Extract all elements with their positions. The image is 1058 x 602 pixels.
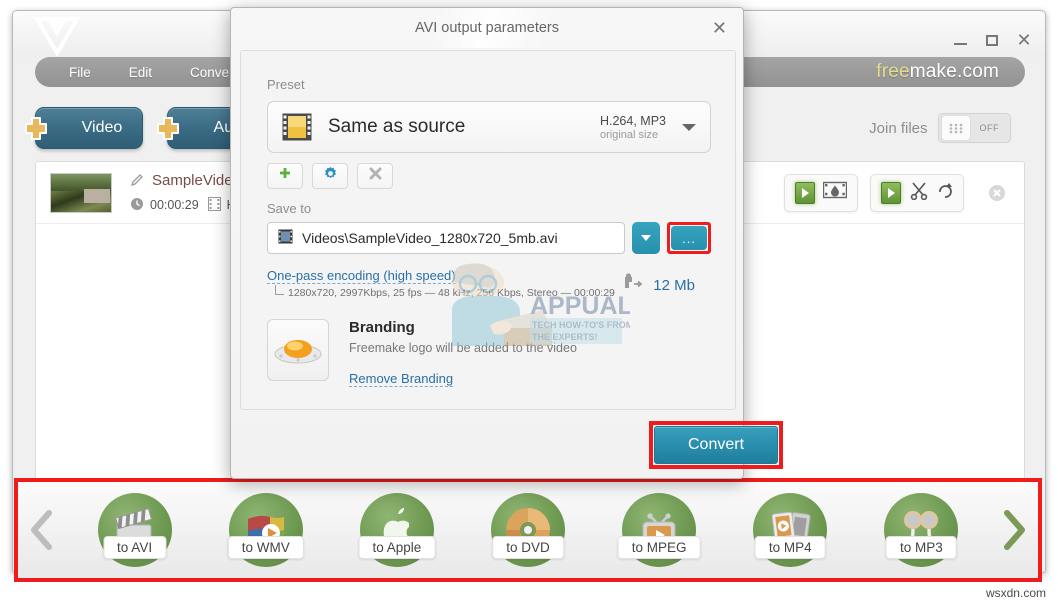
preset-tool-buttons bbox=[267, 163, 393, 189]
tree-bracket-icon bbox=[275, 285, 284, 295]
browse-button[interactable]: ... bbox=[671, 226, 707, 250]
chevron-left-icon[interactable] bbox=[15, 509, 69, 551]
save-path-text: Videos\SampleVideo_1280x720_5mb.avi bbox=[302, 230, 558, 246]
output-format-bar: to AVI to WMV to Apple to DVD to MPEG to… bbox=[14, 478, 1042, 588]
x-icon bbox=[369, 167, 382, 185]
save-path-input[interactable]: Videos\SampleVideo_1280x720_5mb.avi bbox=[267, 222, 625, 254]
brand-label: freemake.com bbox=[876, 61, 999, 83]
chevron-right-icon[interactable] bbox=[987, 509, 1041, 551]
menu-item-edit[interactable]: Edit bbox=[110, 65, 171, 80]
add-video-label: Video bbox=[81, 119, 123, 136]
file-duration-text: 00:00:29 bbox=[150, 198, 199, 212]
join-files-toggle[interactable]: OFF bbox=[937, 113, 1011, 143]
format-items: to AVI to WMV to Apple to DVD to MPEG to… bbox=[69, 479, 987, 581]
encoding-mode-link[interactable]: One-pass encoding (high speed) bbox=[267, 268, 456, 284]
format-item-to-avi[interactable]: to AVI bbox=[79, 479, 191, 581]
preset-section-label: Preset bbox=[267, 77, 305, 92]
branding-title: Branding bbox=[349, 319, 415, 336]
format-item-to-mpeg[interactable]: to MPEG bbox=[603, 479, 715, 581]
remove-branding-link[interactable]: Remove Branding bbox=[349, 371, 454, 387]
join-files-control: Join files OFF bbox=[869, 113, 1011, 143]
brand-free-part: free bbox=[876, 61, 910, 82]
format-item-to-mp3[interactable]: to MP3 bbox=[865, 479, 977, 581]
format-label: to MP4 bbox=[754, 536, 826, 559]
film-strip-icon bbox=[207, 196, 221, 214]
format-label: to MP3 bbox=[886, 536, 957, 559]
edit-preset-button[interactable] bbox=[312, 163, 348, 189]
join-toggle-state: OFF bbox=[979, 123, 999, 133]
avi-output-parameters-dialog: AVI output parameters ✕ Preset Same as s… bbox=[230, 7, 783, 479]
plus-icon bbox=[154, 116, 182, 142]
video-thumbnail bbox=[50, 172, 112, 213]
minimize-icon[interactable] bbox=[951, 31, 969, 49]
preset-size-note: original size bbox=[599, 128, 659, 141]
remove-file-icon[interactable] bbox=[988, 184, 1006, 202]
clock-icon bbox=[130, 197, 144, 214]
preset-selector[interactable]: Same as source H.264, MP3 original size bbox=[267, 101, 711, 153]
format-item-to-mp4[interactable]: to MP4 bbox=[734, 479, 846, 581]
grid-icon bbox=[940, 115, 971, 141]
video-file-icon bbox=[278, 229, 293, 247]
add-video-button[interactable]: Video bbox=[25, 107, 143, 149]
export-size-icon bbox=[622, 273, 644, 298]
output-size-text: 12 Mb bbox=[653, 277, 695, 294]
dialog-title: AVI output parameters bbox=[414, 20, 559, 36]
chevron-down-icon bbox=[641, 235, 651, 241]
file-duration: 00:00:29 bbox=[130, 197, 199, 214]
freemake-v-logo-icon bbox=[31, 13, 83, 57]
format-bar-inner: to AVI to WMV to Apple to DVD to MPEG to… bbox=[14, 478, 1042, 582]
format-label: to AVI bbox=[103, 536, 167, 559]
plus-icon bbox=[278, 167, 292, 186]
add-preset-button[interactable] bbox=[267, 163, 303, 189]
film-strip-icon bbox=[282, 113, 312, 141]
video-preview-icon bbox=[881, 181, 901, 204]
subtitle-icon bbox=[822, 180, 848, 205]
join-files-label: Join files bbox=[869, 119, 928, 137]
cut-rotate-button[interactable] bbox=[870, 173, 964, 212]
preview-subtitle-button[interactable] bbox=[784, 173, 858, 212]
format-label: to Apple bbox=[358, 536, 436, 559]
menu-item-file[interactable]: File bbox=[50, 65, 110, 80]
rotate-icon bbox=[937, 181, 953, 204]
close-icon[interactable]: ✕ bbox=[1015, 31, 1033, 49]
convert-button-wrapper: Convert bbox=[649, 421, 783, 469]
format-label: to WMV bbox=[227, 536, 304, 559]
dialog-panel: Preset Same as source H.264, MP3 origina… bbox=[240, 50, 736, 410]
delete-preset-button[interactable] bbox=[357, 163, 393, 189]
close-icon[interactable]: ✕ bbox=[712, 19, 727, 37]
dialog-title-bar: AVI output parameters ✕ bbox=[231, 8, 743, 48]
branding-text: Branding Freemake logo will be added to … bbox=[349, 319, 577, 388]
pencil-icon[interactable] bbox=[130, 173, 145, 188]
format-label: to DVD bbox=[492, 536, 564, 559]
branding-section: Branding Freemake logo will be added to … bbox=[267, 319, 577, 388]
file-row-actions bbox=[784, 173, 1010, 212]
preset-name: Same as source bbox=[328, 116, 466, 137]
scissors-icon bbox=[909, 180, 929, 205]
save-to-row: Videos\SampleVideo_1280x720_5mb.avi ... bbox=[267, 222, 711, 254]
save-path-dropdown-button[interactable] bbox=[632, 222, 660, 254]
maximize-icon[interactable] bbox=[983, 31, 1001, 49]
browse-button-wrapper: ... bbox=[667, 222, 711, 254]
output-size-row: 12 Mb bbox=[622, 273, 695, 298]
format-item-to-apple[interactable]: to Apple bbox=[341, 479, 453, 581]
save-to-label: Save to bbox=[267, 201, 312, 216]
branding-description: Freemake logo will be added to the video bbox=[349, 341, 577, 355]
plus-icon bbox=[22, 116, 50, 142]
encoding-detail-text: 1280x720, 2997Kbps, 25 fps — 48 kHz, 256… bbox=[288, 287, 615, 299]
format-item-to-wmv[interactable]: to WMV bbox=[210, 479, 322, 581]
chevron-down-icon[interactable] bbox=[682, 123, 696, 131]
window-controls: ✕ bbox=[951, 31, 1033, 49]
site-watermark: wsxdn.com bbox=[985, 586, 1046, 600]
format-label: to MPEG bbox=[617, 536, 701, 559]
video-preview-icon bbox=[795, 181, 815, 204]
gear-icon bbox=[323, 166, 338, 186]
format-item-to-dvd[interactable]: to DVD bbox=[472, 479, 584, 581]
encoding-detail: 1280x720, 2997Kbps, 25 fps — 48 kHz, 256… bbox=[275, 285, 615, 299]
freemake-saucer-icon bbox=[267, 319, 329, 381]
convert-button[interactable]: Convert bbox=[654, 426, 778, 464]
screenshot-root: ✕ File Edit Convert freemake.com Video J… bbox=[0, 0, 1058, 602]
preset-codec: H.264, MP3 bbox=[599, 113, 666, 128]
brand-make-part: make.com bbox=[909, 61, 999, 82]
preset-details: H.264, MP3 original size bbox=[600, 114, 666, 141]
